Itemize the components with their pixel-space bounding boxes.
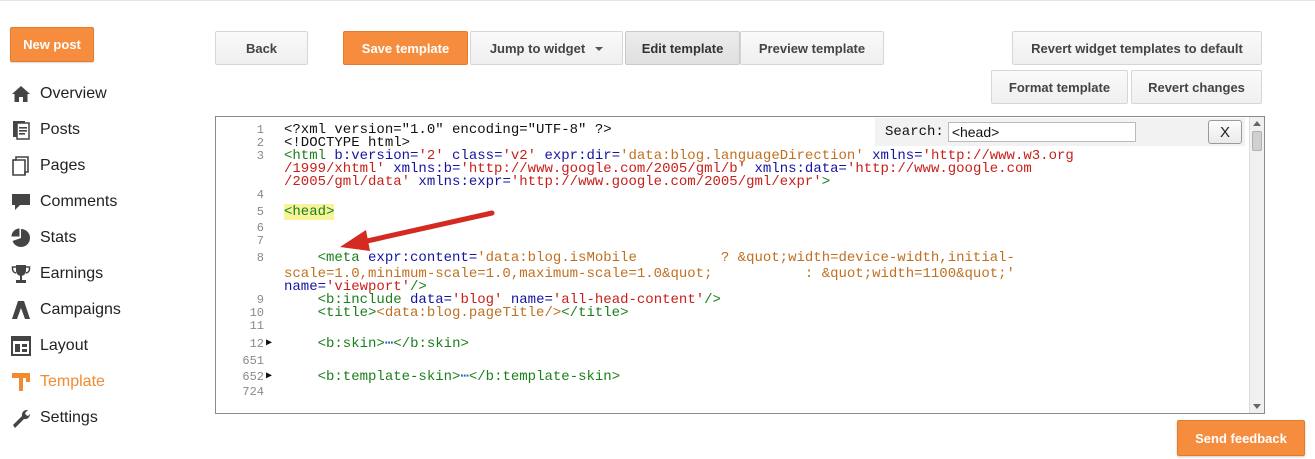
pages-icon bbox=[10, 155, 32, 177]
top-divider bbox=[0, 0, 1315, 1]
editor-scrollbar[interactable] bbox=[1249, 117, 1264, 413]
trophy-icon bbox=[10, 263, 32, 285]
back-button[interactable]: Back bbox=[215, 31, 308, 65]
revert-changes-button[interactable]: Revert changes bbox=[1131, 70, 1262, 104]
chevron-down-icon bbox=[595, 47, 604, 51]
tab-preview-template[interactable]: Preview template bbox=[740, 31, 884, 65]
code-line: 724 bbox=[242, 385, 264, 399]
sidebar-item-layout[interactable]: Layout bbox=[10, 328, 200, 364]
sidebar-item-settings[interactable]: Settings bbox=[10, 400, 200, 436]
format-template-button[interactable]: Format template bbox=[991, 70, 1128, 104]
scroll-down-icon[interactable] bbox=[1253, 404, 1261, 409]
scroll-up-icon[interactable] bbox=[1253, 121, 1261, 126]
revert-widget-templates-button[interactable]: Revert widget templates to default bbox=[1012, 31, 1262, 65]
search-match-highlight: <head> bbox=[284, 204, 335, 220]
code-line: 11 bbox=[249, 319, 264, 333]
fold-expand-icon[interactable]: ▶ bbox=[266, 368, 272, 386]
send-feedback-button[interactable]: Send feedback bbox=[1177, 420, 1305, 456]
sidebar-item-comments[interactable]: Comments bbox=[10, 184, 200, 220]
sidebar-item-label: Template bbox=[40, 373, 105, 390]
template-icon bbox=[10, 371, 32, 393]
sidebar-item-label: Layout bbox=[40, 337, 89, 354]
close-search-button[interactable]: X bbox=[1208, 120, 1242, 144]
sidebar-item-overview[interactable]: Overview bbox=[10, 76, 200, 112]
sidebar-item-label: Comments bbox=[40, 193, 118, 210]
search-bar: Search: bbox=[875, 118, 1245, 146]
code-line: 12 ▶ <b:skin>⋯</b:skin> bbox=[250, 333, 1246, 355]
sidebar-item-campaigns[interactable]: Campaigns bbox=[10, 292, 200, 328]
sidebar-item-posts[interactable]: Posts bbox=[10, 112, 200, 148]
sidebar-item-label: Pages bbox=[40, 157, 86, 174]
sidebar-item-template[interactable]: Template bbox=[10, 364, 200, 400]
sidebar-item-label: Stats bbox=[40, 229, 77, 246]
layout-icon bbox=[10, 335, 32, 357]
tab-edit-template[interactable]: Edit template bbox=[625, 31, 740, 65]
code-line: 4 bbox=[256, 188, 264, 202]
jump-to-widget-dropdown[interactable]: Jump to widget bbox=[470, 31, 623, 65]
campaigns-icon bbox=[10, 299, 32, 321]
home-icon bbox=[10, 83, 32, 105]
sidebar-item-label: Overview bbox=[40, 85, 107, 102]
search-label: Search: bbox=[885, 124, 944, 140]
annotation-arrow-icon bbox=[340, 210, 495, 251]
code-line: 651 bbox=[242, 354, 264, 368]
sidebar-item-label: Settings bbox=[40, 409, 98, 426]
code-line: 652 ▶ <b:template-skin>⋯</b:template-skin… bbox=[242, 369, 621, 385]
sidebar-item-label: Earnings bbox=[40, 265, 104, 282]
comments-icon bbox=[10, 191, 32, 213]
stats-icon bbox=[10, 227, 32, 249]
save-template-button[interactable]: Save template bbox=[343, 31, 468, 65]
scroll-thumb[interactable] bbox=[1252, 131, 1262, 151]
sidebar-nav: Overview Posts Pages Comments Stats Earn… bbox=[10, 76, 200, 436]
code-line: /2005/gml/data' xmlns:expr='http://www.g… bbox=[284, 174, 831, 190]
sidebar-item-label: Posts bbox=[40, 121, 81, 138]
code-line: 10 <title><data:blog.pageTitle/></title> bbox=[249, 305, 629, 321]
code-content[interactable]: 1 <?xml version="1.0" encoding="UTF-8" ?>… bbox=[242, 123, 1246, 399]
template-code-editor[interactable]: 1 <?xml version="1.0" encoding="UTF-8" ?>… bbox=[215, 116, 1265, 414]
fold-expand-icon[interactable]: ▶ bbox=[266, 333, 272, 355]
sidebar-item-earnings[interactable]: Earnings bbox=[10, 256, 200, 292]
search-input[interactable] bbox=[947, 122, 1136, 142]
code-line: scale=1.0,minimum-scale=1.0,maximum-scal… bbox=[284, 266, 1015, 282]
new-post-button[interactable]: New post bbox=[10, 27, 94, 62]
sidebar-item-pages[interactable]: Pages bbox=[10, 148, 200, 184]
sidebar-item-stats[interactable]: Stats bbox=[10, 220, 200, 256]
sidebar-item-label: Campaigns bbox=[40, 301, 121, 318]
jump-to-widget-label: Jump to widget bbox=[489, 40, 586, 56]
wrench-icon bbox=[10, 407, 32, 429]
posts-icon bbox=[10, 119, 32, 141]
